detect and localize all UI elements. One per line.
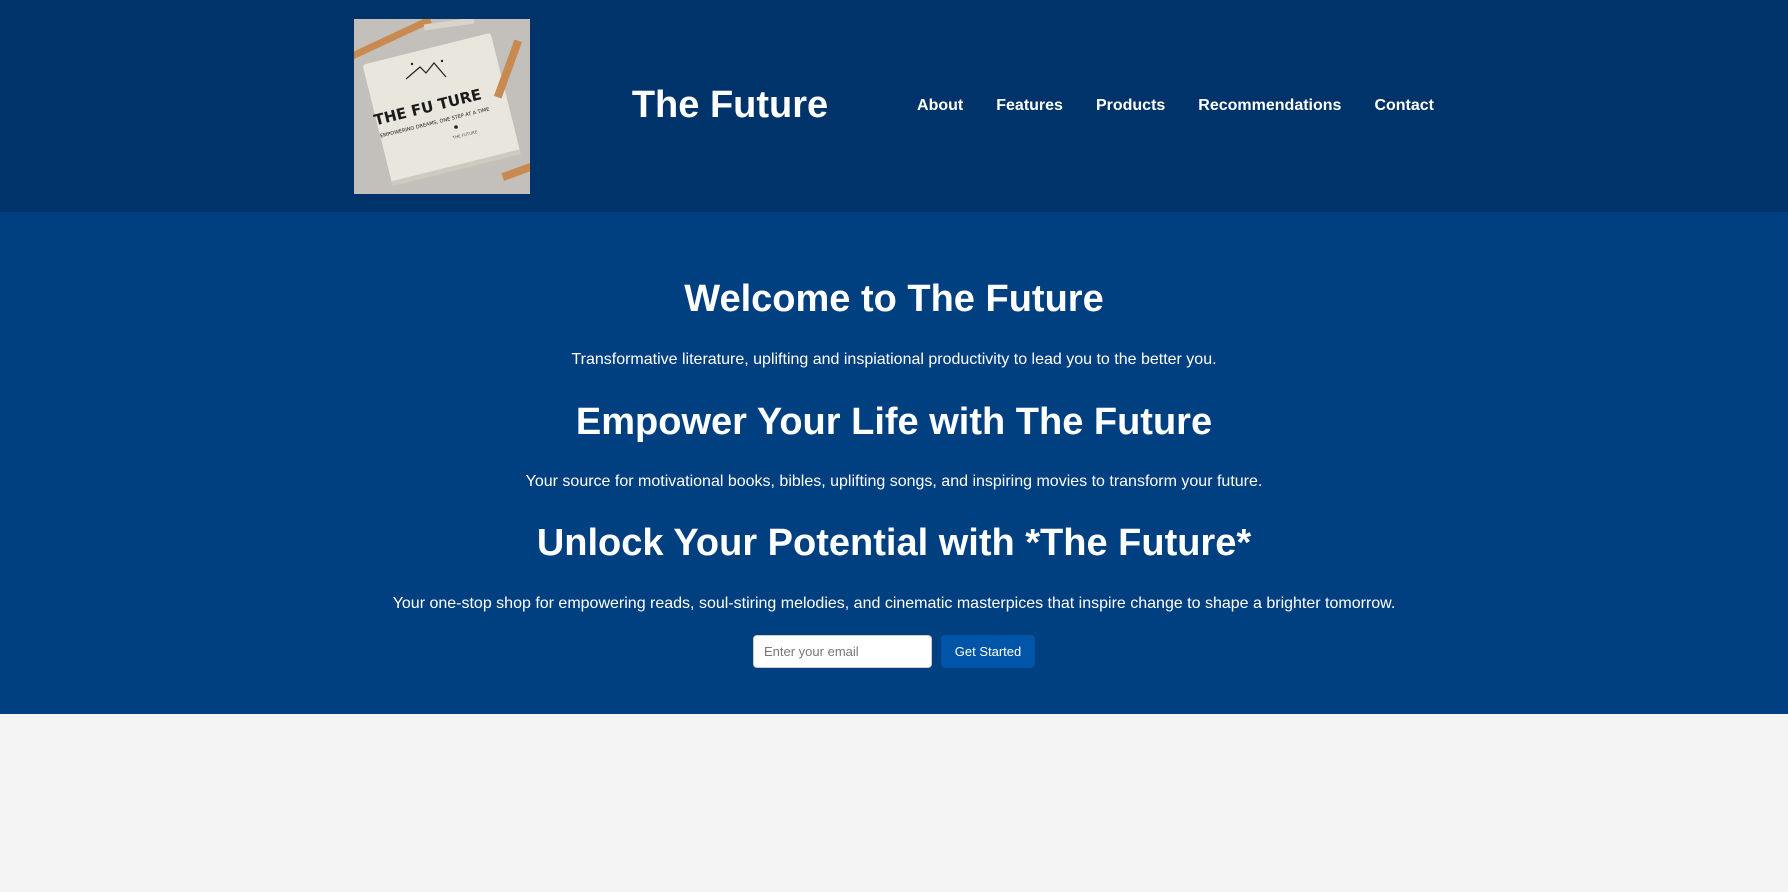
signup-form: Get Started bbox=[0, 635, 1788, 668]
welcome-heading: Welcome to The Future bbox=[684, 278, 1104, 320]
site-title: The Future bbox=[631, 84, 829, 126]
unlock-heading: Unlock Your Potential with *The Future* bbox=[536, 522, 1252, 564]
unlock-text: Your one-stop shop for empowering reads,… bbox=[392, 595, 1396, 612]
empower-text: Your source for motivational books, bibl… bbox=[525, 473, 1263, 490]
site-header: THE FU TURE EMPOWERING DREAMS, ONE STEP … bbox=[0, 0, 1788, 212]
logo-book-illustration: THE FU TURE EMPOWERING DREAMS, ONE STEP … bbox=[354, 19, 530, 194]
nav-link-contact[interactable]: Contact bbox=[1374, 96, 1434, 116]
nav-link-about[interactable]: About bbox=[917, 96, 963, 116]
logo-image[interactable]: THE FU TURE EMPOWERING DREAMS, ONE STEP … bbox=[354, 19, 530, 194]
email-input[interactable] bbox=[753, 635, 932, 668]
welcome-text: Transformative literature, uplifting and… bbox=[571, 351, 1217, 368]
hero-section: Welcome to The Future Transformative lit… bbox=[0, 212, 1788, 714]
nav-link-products[interactable]: Products bbox=[1096, 96, 1165, 116]
nav-link-recommendations[interactable]: Recommendations bbox=[1198, 96, 1341, 116]
get-started-button[interactable]: Get Started bbox=[941, 635, 1035, 668]
empower-heading: Empower Your Life with The Future bbox=[575, 401, 1213, 443]
nav-link-features[interactable]: Features bbox=[996, 96, 1063, 116]
main-nav: About Features Products Recommendations … bbox=[917, 96, 1434, 116]
